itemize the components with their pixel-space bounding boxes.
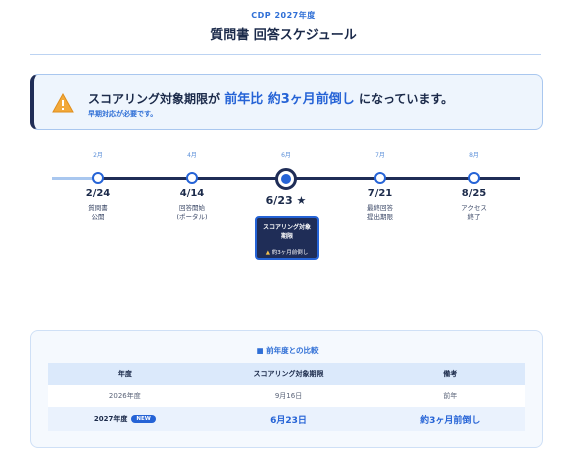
timeline-item: 2月 2/24 質問書 公開 xyxy=(58,150,138,221)
callout-title: スコアリング対象 期限 xyxy=(262,224,311,240)
timeline-label: 回答開始 (ポータル) xyxy=(176,204,208,221)
callout-note: ▲ 約3ヶ月前倒し xyxy=(265,250,309,256)
table-row: 2027年度 NEW 6月23日 約3ヶ月前倒し xyxy=(48,407,525,431)
alert-subtext: 早期対応が必要です。 xyxy=(88,110,158,118)
timeline-node xyxy=(92,172,104,184)
timeline-date: 4/14 xyxy=(179,188,205,199)
timeline-label: アクセス 終了 xyxy=(461,204,487,221)
timeline-track-future xyxy=(286,177,520,180)
timeline-month: 4月 xyxy=(187,152,197,159)
cell-note: 約3ヶ月前倒し xyxy=(375,407,525,431)
warning-icon: ▲ xyxy=(265,250,270,256)
column-header: 年度 xyxy=(48,363,202,385)
table-row: 2026年度 9月16日 前年 xyxy=(48,385,525,407)
timeline-item: 8月 8/25 アクセス 終了 xyxy=(434,150,514,221)
new-badge: NEW xyxy=(131,415,156,423)
timeline-date: 7/21 xyxy=(367,188,393,199)
cell-year: 2026年度 xyxy=(48,385,202,407)
timeline-month: 2月 xyxy=(93,152,103,159)
divider xyxy=(30,54,541,55)
timeline-node xyxy=(468,172,480,184)
timeline-node xyxy=(374,172,386,184)
timeline-item-highlight: 6月 6/23 ★ xyxy=(246,150,326,207)
alert-message: スコアリング対象期限が 前年比 約3ヶ月前倒し になっています。 xyxy=(88,92,454,107)
eyebrow: CDP 2027年度 xyxy=(251,11,316,20)
timeline-month: 8月 xyxy=(469,152,479,159)
page-title: 質問書 回答スケジュール xyxy=(210,28,357,43)
column-header: スコアリング対象期限 xyxy=(201,363,376,385)
cell-deadline: 6月23日 xyxy=(201,407,376,431)
comparison-card: ■ 前年度との比較 年度 スコアリング対象期限 備考 2026年度 9月16日 … xyxy=(30,330,543,448)
comparison-table: 年度 スコアリング対象期限 備考 2026年度 9月16日 前年 2027年度 N… xyxy=(48,363,525,431)
cell-deadline: 9月16日 xyxy=(201,385,376,407)
comparison-heading: ■ 前年度との比較 xyxy=(256,346,319,355)
alert-banner: スコアリング対象期限が 前年比 約3ヶ月前倒し になっています。 早期対応が必要… xyxy=(30,74,543,130)
alert-highlight: 前年比 約3ヶ月前倒し xyxy=(224,92,355,107)
timeline-month: 6月 xyxy=(281,152,291,159)
timeline-date: 2/24 xyxy=(85,188,111,199)
column-header: 備考 xyxy=(375,363,525,385)
timeline-date: 8/25 xyxy=(461,188,487,199)
warning-icon xyxy=(52,93,74,113)
cell-note: 前年 xyxy=(375,385,525,407)
timeline-label: 最終回答 提出期限 xyxy=(367,204,393,221)
deadline-callout: スコアリング対象 期限 ▲ 約3ヶ月前倒し xyxy=(255,216,319,260)
timeline-node-current xyxy=(275,168,297,190)
cell-year: 2027年度 NEW xyxy=(48,407,202,431)
timeline-month: 7月 xyxy=(375,152,385,159)
timeline-node xyxy=(186,172,198,184)
timeline-label: 質問書 公開 xyxy=(88,204,108,221)
timeline-date: 6/23 ★ xyxy=(265,194,307,207)
timeline-item: 4月 4/14 回答開始 (ポータル) xyxy=(152,150,232,221)
timeline-item: 7月 7/21 最終回答 提出期限 xyxy=(340,150,420,221)
